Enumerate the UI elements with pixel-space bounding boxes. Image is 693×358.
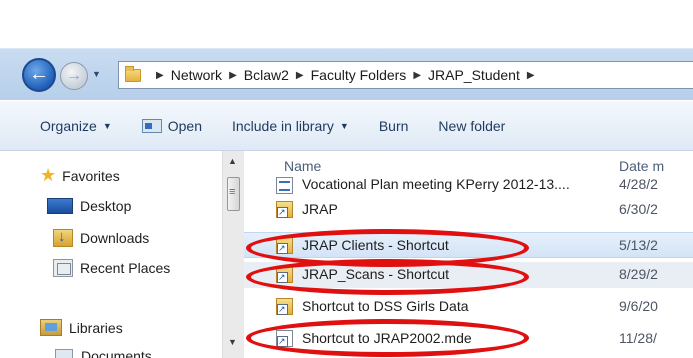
documents-icon bbox=[55, 349, 73, 358]
file-name: Shortcut to DSS Girls Data bbox=[302, 298, 469, 314]
date-column-header[interactable]: Date m bbox=[619, 158, 664, 174]
file-name: JRAP bbox=[302, 201, 338, 217]
organize-label: Organize bbox=[40, 117, 97, 134]
folder-icon bbox=[125, 65, 141, 82]
star-icon: ★ bbox=[40, 165, 57, 185]
address-bar-row: ← → ▼ ▶ Network ▶ Bclaw2 ▶ Faculty Folde… bbox=[0, 48, 693, 100]
file-date: 6/30/2 bbox=[619, 201, 658, 217]
nav-libraries[interactable]: Libraries bbox=[40, 319, 123, 336]
organize-button[interactable]: Organize ▼ bbox=[40, 118, 112, 134]
file-date: 8/29/2 bbox=[619, 266, 658, 282]
nav-downloads[interactable]: Downloads bbox=[53, 228, 150, 247]
back-button[interactable]: ← bbox=[22, 58, 56, 92]
document-icon bbox=[276, 177, 293, 194]
nav-favorites-label: Favorites bbox=[62, 167, 120, 184]
red-ellipse-annotation bbox=[246, 319, 529, 357]
include-label: Include in library bbox=[231, 117, 334, 134]
window-titlebar bbox=[0, 0, 693, 48]
breadcrumb-faculty-folders[interactable]: Faculty Folders bbox=[311, 67, 407, 83]
new-folder-label: New folder bbox=[438, 117, 506, 134]
open-label: Open bbox=[167, 117, 202, 134]
file-name: Vocational Plan meeting KPerry 2012-13..… bbox=[302, 176, 570, 192]
folder-shortcut-icon bbox=[276, 298, 293, 315]
desktop-icon bbox=[47, 198, 73, 214]
navigation-pane: ★ Favorites Desktop Downloads Recent Pla… bbox=[0, 151, 244, 358]
open-button[interactable]: Open bbox=[141, 117, 202, 134]
scroll-thumb[interactable] bbox=[227, 177, 240, 211]
command-bar: Organize ▼ Open Include in library ▼ Bur… bbox=[0, 100, 693, 151]
chevron-right-icon[interactable]: ▶ bbox=[527, 70, 535, 81]
nav-documents-label: Documents bbox=[81, 348, 152, 358]
name-column-header[interactable]: Name bbox=[284, 158, 321, 174]
nav-downloads-label: Downloads bbox=[80, 230, 150, 246]
file-row[interactable]: Vocational Plan meeting KPerry 2012-13..… bbox=[244, 175, 693, 195]
include-in-library-button[interactable]: Include in library ▼ bbox=[232, 118, 349, 134]
folder-shortcut-icon bbox=[276, 201, 293, 218]
open-icon bbox=[141, 118, 162, 133]
recent-places-icon bbox=[53, 259, 73, 277]
chevron-right-icon[interactable]: ▶ bbox=[413, 70, 421, 81]
scroll-up-icon[interactable]: ▲ bbox=[228, 156, 237, 166]
file-row[interactable]: JRAP 6/30/2 bbox=[244, 196, 693, 222]
file-date: 4/28/2 bbox=[619, 176, 658, 192]
chevron-right-icon[interactable]: ▶ bbox=[229, 70, 237, 81]
breadcrumb-network[interactable]: Network bbox=[171, 67, 222, 83]
burn-button[interactable]: Burn bbox=[379, 118, 409, 134]
libraries-icon bbox=[40, 319, 62, 336]
nav-desktop-label: Desktop bbox=[80, 198, 132, 214]
new-folder-button[interactable]: New folder bbox=[438, 118, 505, 134]
breadcrumb-jrap-student[interactable]: JRAP_Student bbox=[428, 67, 520, 83]
navigation-scrollbar[interactable]: ▲ ▼ bbox=[222, 151, 244, 358]
burn-label: Burn bbox=[378, 117, 409, 134]
chevron-right-icon[interactable]: ▶ bbox=[156, 70, 164, 81]
file-date: 5/13/2 bbox=[619, 237, 658, 253]
red-ellipse-annotation bbox=[246, 259, 529, 295]
file-row[interactable]: Shortcut to DSS Girls Data 9/6/20 bbox=[244, 294, 693, 320]
scroll-down-icon[interactable]: ▼ bbox=[228, 337, 237, 347]
chevron-down-icon: ▼ bbox=[339, 120, 349, 131]
file-date: 9/6/20 bbox=[619, 298, 658, 314]
chevron-down-icon: ▼ bbox=[102, 120, 112, 131]
nav-recent-places[interactable]: Recent Places bbox=[53, 259, 170, 277]
file-date: 11/28/ bbox=[619, 330, 657, 346]
nav-desktop[interactable]: Desktop bbox=[47, 198, 131, 214]
chevron-right-icon[interactable]: ▶ bbox=[296, 70, 304, 81]
address-field[interactable]: ▶ Network ▶ Bclaw2 ▶ Faculty Folders ▶ J… bbox=[118, 61, 693, 89]
forward-button[interactable]: → bbox=[60, 62, 88, 90]
nav-recent-label: Recent Places bbox=[80, 260, 171, 276]
downloads-icon bbox=[53, 228, 73, 247]
nav-libraries-label: Libraries bbox=[69, 319, 123, 336]
nav-documents[interactable]: Documents bbox=[55, 348, 152, 358]
breadcrumb-bclaw2[interactable]: Bclaw2 bbox=[244, 67, 289, 83]
recent-pages-dropdown[interactable]: ▼ bbox=[92, 69, 104, 81]
nav-favorites[interactable]: ★ Favorites bbox=[40, 165, 120, 186]
